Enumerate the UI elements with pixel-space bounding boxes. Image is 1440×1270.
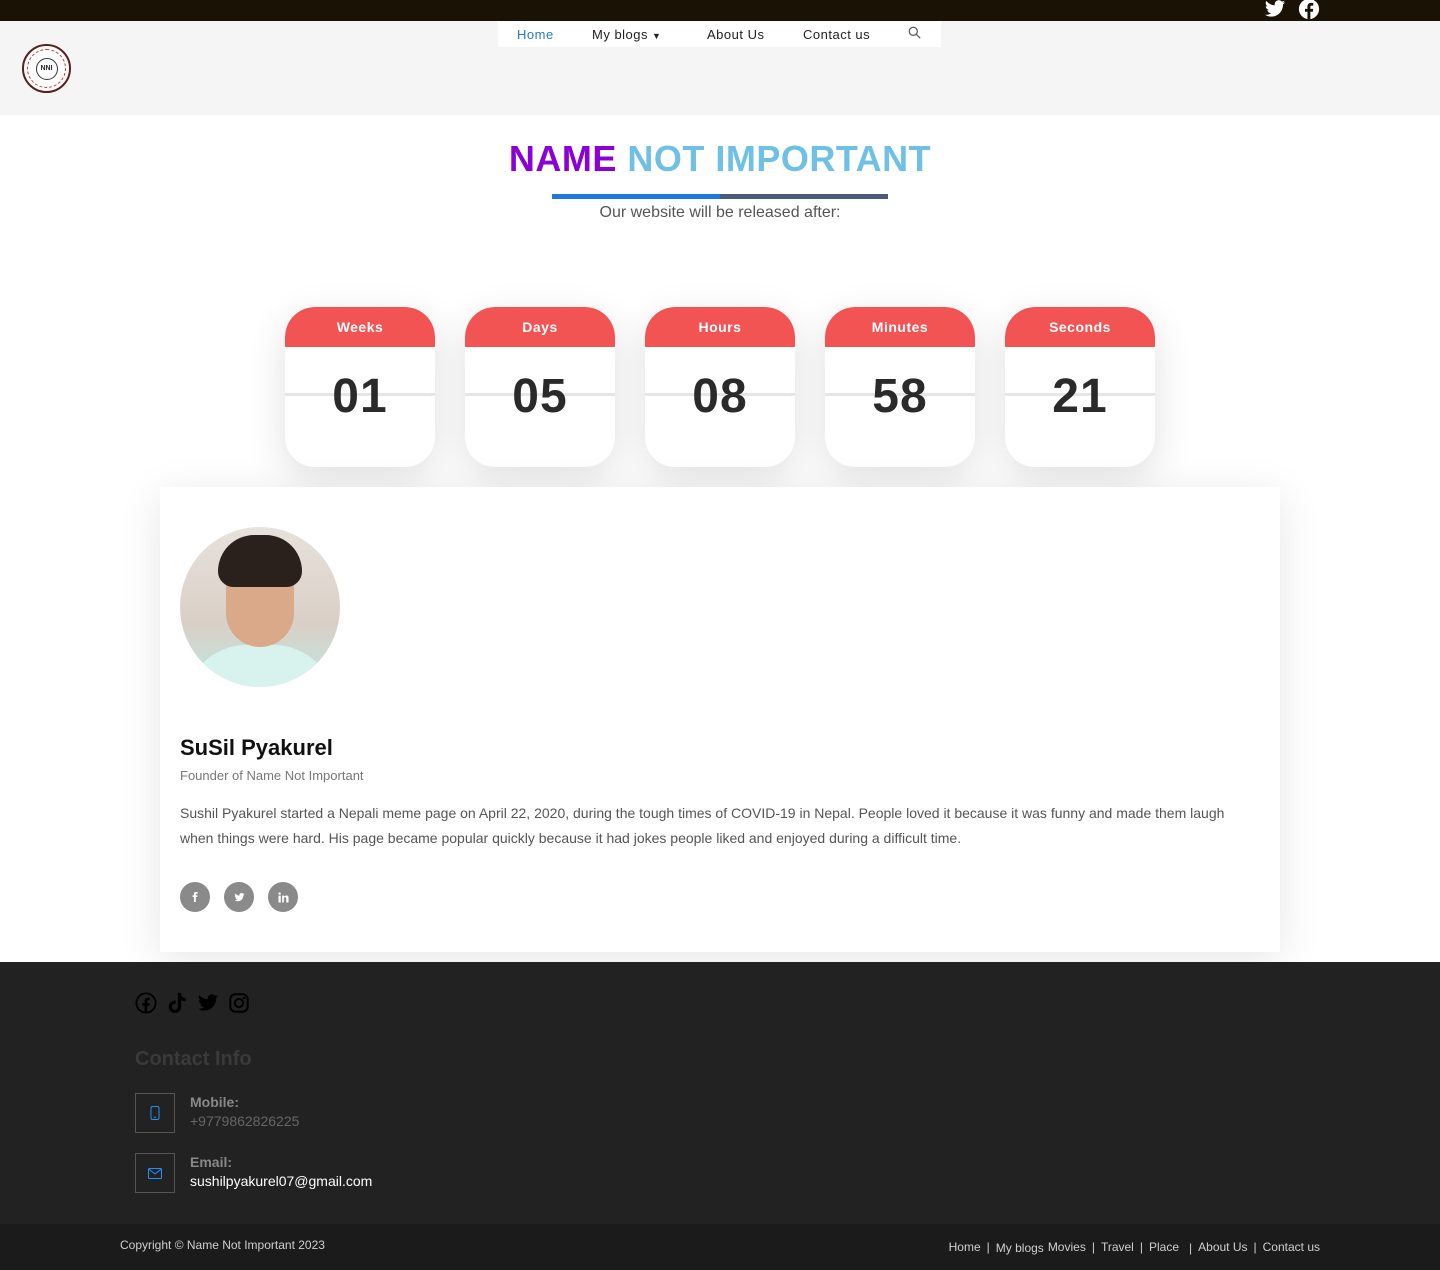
nav-home[interactable]: Home (517, 27, 554, 42)
countdown-value: 01 (332, 370, 388, 423)
nav-contact[interactable]: Contact us (803, 27, 870, 42)
mobile-value[interactable]: +9779862826225 (190, 1113, 299, 1129)
site-header: NNI Home My blogs ▼ About Us Contact us (0, 21, 1440, 115)
facebook-icon[interactable] (135, 991, 157, 1015)
footer-link-home[interactable]: Home (949, 1240, 981, 1254)
footer-link-movies[interactable]: Movies (1048, 1240, 1086, 1254)
menu-separator: | (986, 1239, 990, 1254)
chevron-down-icon: ▼ (652, 31, 662, 41)
email-label: Email: (190, 1154, 233, 1170)
facebook-icon[interactable] (180, 882, 210, 912)
footer-social-links (135, 991, 250, 1015)
countdown-label: Weeks (285, 307, 435, 347)
site-footer: Contact Info Mobile: +9779862826225 Emai… (0, 962, 1440, 1224)
countdown-value: 58 (872, 370, 928, 423)
tiktok-icon[interactable] (166, 991, 188, 1015)
twitter-icon[interactable] (224, 882, 254, 912)
avatar-shirt (186, 645, 334, 687)
top-social-links (1264, 0, 1320, 20)
footer-link-contact[interactable]: Contact us (1263, 1240, 1320, 1254)
countdown-hours: Hours 08 (645, 307, 795, 467)
profile-role: Founder of Name Not Important (180, 768, 364, 783)
footer-link-my-blogs[interactable]: My blogs (996, 1241, 1044, 1255)
footer-link-travel[interactable]: Travel (1101, 1240, 1134, 1254)
profile-name: SuSil Pyakurel (180, 735, 333, 760)
countdown-days: Days 05 (465, 307, 615, 467)
countdown-label: Hours (645, 307, 795, 347)
countdown-value: 08 (692, 370, 748, 423)
footer-link-place[interactable]: Place (1149, 1240, 1179, 1254)
release-subtitle: Our website will be released after: (599, 204, 841, 221)
twitter-icon[interactable] (1264, 0, 1286, 20)
nav-about[interactable]: About Us (707, 27, 764, 42)
menu-separator: | (1189, 1241, 1193, 1255)
envelope-icon (148, 1167, 162, 1179)
countdown-minutes: Minutes 58 (825, 307, 975, 467)
top-bar (0, 0, 1440, 21)
linkedin-icon[interactable] (268, 882, 298, 912)
instagram-icon[interactable] (228, 991, 250, 1015)
countdown-label: Days (465, 307, 615, 347)
avatar-hair (218, 535, 302, 587)
title-progress-fill (552, 194, 720, 199)
menu-separator: | (1253, 1239, 1257, 1254)
phone-icon (150, 1106, 160, 1120)
avatar (180, 527, 340, 687)
countdown-value: 21 (1052, 370, 1108, 423)
nav-my-blogs[interactable]: My blogs ▼ (592, 27, 661, 42)
page-title: NAME NOT IMPORTANT (0, 138, 1440, 180)
mobile-label: Mobile: (190, 1094, 239, 1110)
profile-card: SuSil Pyakurel Founder of Name Not Impor… (160, 487, 1280, 952)
countdown-label: Minutes (825, 307, 975, 347)
phone-icon-box (135, 1093, 175, 1133)
site-logo[interactable]: NNI (22, 44, 71, 93)
search-icon[interactable] (908, 26, 921, 42)
copyright-text: Copyright © Name Not Important 2023 (120, 1238, 325, 1252)
bottom-bar: Copyright © Name Not Important 2023 Home… (0, 1224, 1440, 1270)
title-part-2: NOT IMPORTANT (627, 138, 932, 179)
menu-separator: | (1139, 1239, 1143, 1254)
title-progress-bar (552, 194, 888, 199)
profile-bio: Sushil Pyakurel started a Nepali meme pa… (180, 805, 1225, 846)
countdown-value: 05 (512, 370, 568, 423)
nav-my-blogs-label: My blogs (592, 27, 649, 42)
countdown-seconds: Seconds 21 (1005, 307, 1155, 467)
main-nav: Home My blogs ▼ About Us Contact us (498, 21, 941, 47)
email-icon-box (135, 1153, 175, 1193)
title-part-1: NAME (508, 138, 617, 179)
logo-ring (27, 49, 66, 88)
facebook-icon[interactable] (1298, 0, 1320, 20)
countdown-weeks: Weeks 01 (285, 307, 435, 467)
menu-separator: | (1091, 1239, 1095, 1254)
footer-link-about[interactable]: About Us (1198, 1240, 1247, 1254)
footer-menu: Home | My blogs Movies | Travel | Place … (949, 1238, 1320, 1256)
contact-info-heading: Contact Info (135, 1048, 252, 1070)
countdown-label: Seconds (1005, 307, 1155, 347)
profile-social-links (180, 882, 298, 912)
email-value[interactable]: sushilpyakurel07@gmail.com (190, 1173, 372, 1189)
twitter-icon[interactable] (197, 991, 219, 1015)
